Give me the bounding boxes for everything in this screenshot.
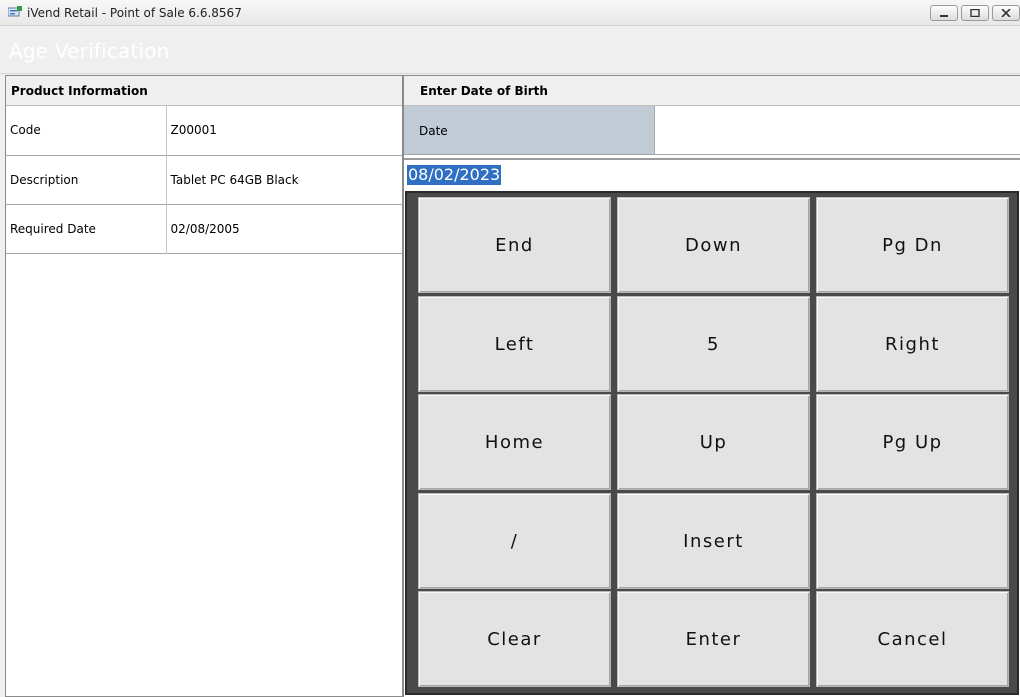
product-row-code: Code Z00001 [6,106,402,155]
maximize-icon [970,9,980,17]
product-info-heading: Product Information [6,76,402,106]
product-info-panel: Product Information Code Z00001 Descript… [5,75,403,697]
required-date-label: Required Date [6,204,167,253]
keypad: End Down Pg Dn Left 5 Right Home Up Pg U… [405,191,1019,695]
key-insert[interactable]: Insert [617,493,810,589]
date-row: Date [404,106,1020,155]
key-end[interactable]: End [418,197,611,293]
required-date-value: 02/08/2005 [170,221,240,236]
code-label: Code [6,106,167,155]
product-row-required-date: Required Date 02/08/2005 [6,204,402,253]
date-input-value[interactable]: 08/02/2023 [407,165,502,185]
minimize-icon [940,15,948,17]
key-pg-up[interactable]: Pg Up [816,394,1009,490]
key-cancel[interactable]: Cancel [816,591,1009,687]
date-label: Date [404,106,655,154]
key-blank[interactable] [816,493,1009,589]
description-label: Description [6,155,167,204]
key-slash[interactable]: / [418,493,611,589]
maximize-button[interactable] [961,5,989,21]
ivend-app-icon [7,6,22,19]
product-info-table: Code Z00001 Description Tablet PC 64GB B… [6,106,402,254]
dob-heading: Enter Date of Birth [404,76,1020,106]
key-home[interactable]: Home [418,394,611,490]
header-band: Age Verification [0,27,1020,74]
code-value: Z00001 [170,123,217,138]
key-pg-dn[interactable]: Pg Dn [816,197,1009,293]
close-button[interactable] [992,5,1020,21]
key-5[interactable]: 5 [617,296,810,392]
dob-panel: Enter Date of Birth Date 08/02/2023 End … [403,75,1020,697]
page-title: Age Verification [9,39,170,63]
product-row-description: Description Tablet PC 64GB Black [6,155,402,204]
window-titlebar: iVend Retail - Point of Sale 6.6.8567 [0,0,1020,26]
key-up[interactable]: Up [617,394,810,490]
key-clear[interactable]: Clear [418,591,611,687]
minimize-button[interactable] [930,5,958,21]
description-value: Tablet PC 64GB Black [170,172,299,187]
close-icon [1001,9,1011,17]
key-down[interactable]: Down [617,197,810,293]
key-enter[interactable]: Enter [617,591,810,687]
key-left[interactable]: Left [418,296,611,392]
date-input-field[interactable]: 08/02/2023 [404,158,1020,190]
key-right[interactable]: Right [816,296,1009,392]
window-title: iVend Retail - Point of Sale 6.6.8567 [27,6,242,20]
